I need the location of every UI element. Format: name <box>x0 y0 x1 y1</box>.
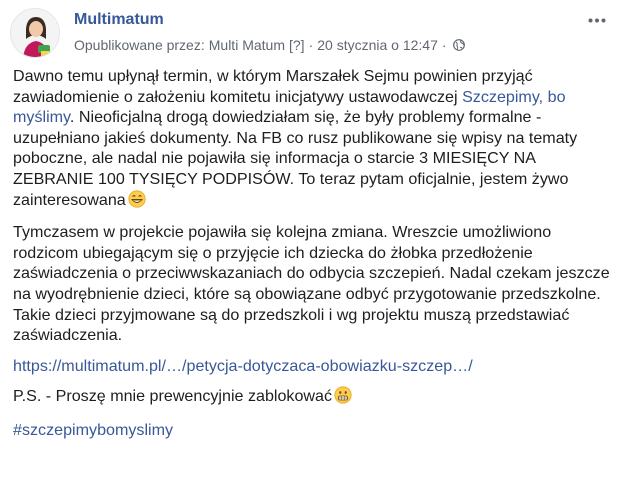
paragraph-2: Tymczasem w projekcie pojawiła się kolej… <box>13 223 610 345</box>
page-avatar[interactable] <box>10 8 60 58</box>
avatar-illustration-icon <box>11 9 59 57</box>
meta-separator-2: · <box>441 37 447 53</box>
petition-url-link[interactable]: https://multimatum.pl/…/petycja-dotyczac… <box>13 357 473 375</box>
paragraph-1-text-a: Dawno temu upłynął termin, w którym Mars… <box>13 67 533 106</box>
published-by-label: Opublikowane przez: <box>74 37 205 53</box>
page-name[interactable]: Multimatum <box>74 11 164 29</box>
grinning-face-emoji-icon <box>128 189 146 214</box>
post-timestamp[interactable]: 20 stycznia o 12:47 <box>317 37 438 53</box>
paragraph-3: https://multimatum.pl/…/petycja-dotyczac… <box>13 356 613 377</box>
author-name[interactable]: Multi Matum <box>209 37 285 53</box>
post-meta: Opublikowane przez: Multi Matum [?] · 20… <box>74 37 465 53</box>
post-body: Dawno temu upłynął termin, w którym Mars… <box>13 66 613 441</box>
ellipsis-icon[interactable] <box>584 12 610 28</box>
ps-text: P.S. - Proszę mnie prewencyjnie zablokow… <box>13 387 333 406</box>
paragraph-1: Dawno temu upłynął termin, w którym Mars… <box>13 66 613 213</box>
globe-icon[interactable] <box>452 39 465 51</box>
paragraph-1-text-b: . Nieoficjalną drogą dowiedziałam się, ż… <box>13 108 578 209</box>
post-header: Multimatum Opublikowane przez: Multi Mat… <box>10 8 610 58</box>
meta-separator: · <box>308 37 314 53</box>
help-marker[interactable]: [?] <box>289 37 305 53</box>
grimacing-face-emoji-icon <box>334 386 352 410</box>
paragraph-5: #szczepimybomyslimy <box>13 420 613 441</box>
paragraph-4: P.S. - Proszę mnie prewencyjnie zablokow… <box>13 386 613 410</box>
hashtag-link[interactable]: #szczepimybomyslimy <box>13 421 173 439</box>
